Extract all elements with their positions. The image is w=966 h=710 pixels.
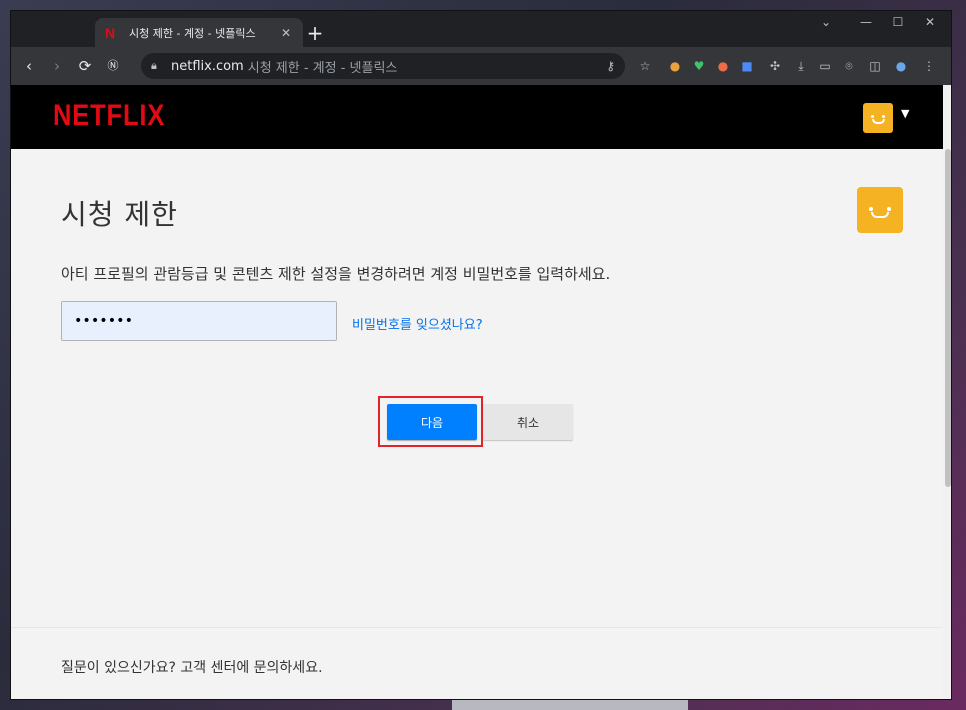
tab-close-icon[interactable]: ✕ — [279, 26, 293, 40]
password-field[interactable] — [61, 301, 337, 341]
notion-extension-icon[interactable]: Ⓝ — [103, 56, 123, 76]
address-bar[interactable]: 🔒︎ netflix.com 시청 제한 - 계정 - 넷플릭스 ⚷ — [141, 53, 625, 79]
new-tab-button[interactable]: + — [305, 23, 325, 43]
profile-dropdown-caret-icon[interactable]: ▼ — [901, 107, 909, 120]
lock-icon: 🔒︎ — [151, 59, 157, 72]
url-page-title: 시청 제한 - 계정 - 넷플릭스 — [247, 60, 398, 76]
password-key-icon[interactable]: ⚷ — [606, 59, 615, 73]
netflix-page: NETFLIX ▼ 시청 제한 아티 프로필의 관람등급 및 콘텐츠 제한 설정… — [11, 85, 943, 699]
url-host: netflix.com — [171, 58, 244, 74]
browser-tab[interactable]: N 시청 제한 - 계정 - 넷플릭스 ✕ — [95, 18, 303, 47]
extension-avatar-icon[interactable]: ● — [715, 58, 731, 74]
footer-help-text: 질문이 있으신가요? 고객 센터에 문의하세요. — [61, 660, 323, 676]
footer-divider — [11, 627, 943, 628]
minimize-button[interactable]: — — [851, 15, 881, 29]
maximize-button[interactable]: ☐ — [883, 15, 913, 29]
bookmark-star-icon[interactable]: ☆ — [637, 58, 653, 74]
menu-kebab-icon[interactable]: ⋮ — [921, 58, 937, 74]
extension-shield-icon[interactable]: ♥ — [691, 58, 707, 74]
cast-icon[interactable]: ▭ — [817, 58, 833, 74]
close-window-button[interactable]: ✕ — [915, 15, 945, 29]
profile-avatar-large — [857, 187, 903, 233]
netflix-favicon-icon: N — [105, 24, 116, 41]
screenshot-icon[interactable]: ⌾ — [841, 58, 857, 74]
back-icon[interactable]: ‹ — [19, 56, 39, 76]
cancel-button[interactable]: 취소 — [483, 404, 573, 440]
tab-strip: N 시청 제한 - 계정 - 넷플릭스 ✕ + ⌄ — ☐ ✕ — [11, 11, 951, 47]
next-button[interactable]: 다음 — [387, 404, 477, 440]
extensions-puzzle-icon[interactable]: ✣ — [767, 58, 783, 74]
page-title: 시청 제한 — [61, 198, 178, 231]
scrollbar-thumb[interactable] — [945, 149, 951, 487]
browser-toolbar: ‹ › ⟳ Ⓝ 🔒︎ netflix.com 시청 제한 - 계정 - 넷플릭스… — [11, 47, 951, 85]
download-icon[interactable]: ⤓ — [793, 58, 809, 74]
extension-google-icon[interactable]: ● — [667, 58, 683, 74]
extension-translate-icon[interactable]: ■ — [739, 58, 755, 74]
sidepanel-icon[interactable]: ◫ — [867, 58, 883, 74]
profile-avatar-small[interactable] — [863, 103, 893, 133]
reload-icon[interactable]: ⟳ — [75, 56, 95, 76]
profile-avatar-icon[interactable]: ● — [893, 58, 909, 74]
tab-title: 시청 제한 - 계정 - 넷플릭스 — [129, 26, 256, 40]
forgot-password-link[interactable]: 비밀번호를 잊으셨나요? — [352, 314, 483, 333]
netflix-header: NETFLIX ▼ — [11, 85, 943, 149]
browser-window: N 시청 제한 - 계정 - 넷플릭스 ✕ + ⌄ — ☐ ✕ ‹ › ⟳ Ⓝ … — [10, 10, 952, 700]
netflix-logo[interactable]: NETFLIX — [53, 99, 165, 133]
forward-icon[interactable]: › — [47, 56, 67, 76]
tab-search-icon[interactable]: ⌄ — [811, 15, 841, 29]
instruction-text: 아티 프로필의 관람등급 및 콘텐츠 제한 설정을 변경하려면 계정 비밀번호를… — [61, 265, 611, 283]
